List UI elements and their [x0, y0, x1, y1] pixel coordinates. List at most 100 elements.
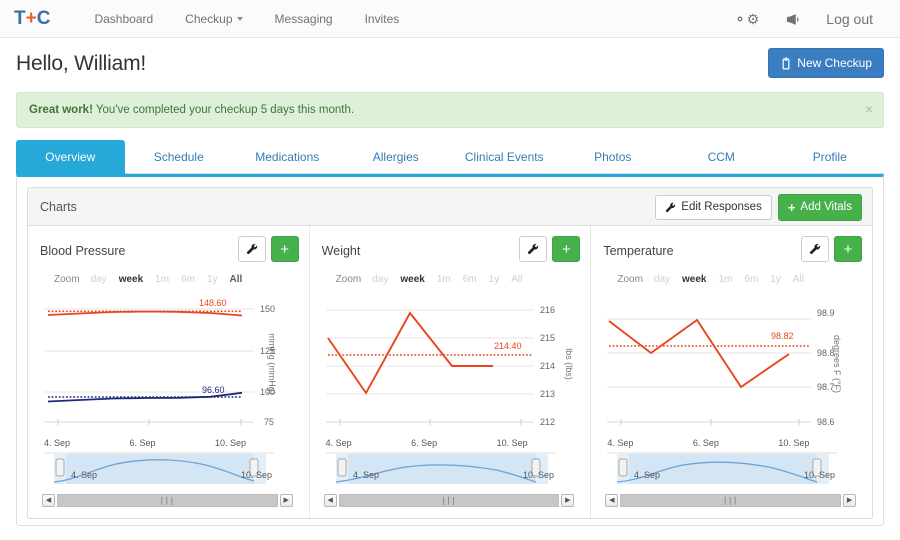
- navigator-right-label: 10. Sep: [523, 470, 554, 480]
- plus-icon: +: [843, 240, 853, 258]
- navigator-left-label: 4. Sep: [353, 470, 379, 480]
- chart-blood-pressure: Blood Pressure + Zoom day week 1m 6m 1y …: [28, 226, 309, 518]
- zoom-option-1m[interactable]: 1m: [432, 272, 456, 287]
- scroll-left-button[interactable]: ◀: [605, 493, 619, 507]
- logo[interactable]: T+C: [14, 8, 50, 30]
- plus-icon: +: [561, 240, 571, 258]
- navigator-blood-pressure[interactable]: 4. Sep 10. Sep ◀ ∣∣∣ ▶: [36, 452, 301, 507]
- add-reading-button-weight[interactable]: +: [552, 236, 581, 262]
- scroll-grip[interactable]: ∣∣∣: [723, 496, 738, 505]
- zoom-option-6m[interactable]: 6m: [458, 272, 482, 287]
- zoom-label: Zoom: [335, 274, 362, 285]
- ytick-98-6: 98.6: [817, 417, 835, 427]
- xtick-4-sep: 4. Sep: [607, 438, 634, 448]
- scroll-right-button[interactable]: ▶: [843, 493, 857, 507]
- xtick-4-sep: 4. Sep: [44, 438, 71, 448]
- tab-allergies[interactable]: Allergies: [342, 140, 451, 174]
- top-navbar: T+C Dashboard Checkup Messaging Invites …: [0, 0, 900, 38]
- zoom-option-6m[interactable]: 6m: [176, 272, 200, 287]
- navigator-right-label: 10. Sep: [804, 470, 835, 480]
- zoom-option-day[interactable]: day: [367, 272, 393, 287]
- zoom-option-week[interactable]: week: [114, 272, 148, 287]
- xaxis-labels-weight: 4. Sep 6. Sep 10. Sep: [318, 436, 528, 448]
- zoom-option-all[interactable]: All: [225, 272, 248, 287]
- zoom-option-1y[interactable]: 1y: [202, 272, 223, 287]
- tab-ccm[interactable]: CCM: [667, 140, 776, 174]
- gear-icon[interactable]: ⚙: [720, 0, 773, 38]
- ytick-213: 213: [540, 389, 555, 399]
- tab-photos[interactable]: Photos: [559, 140, 668, 174]
- close-icon[interactable]: ×: [865, 101, 873, 117]
- add-vitals-button[interactable]: + Add Vitals: [777, 194, 862, 221]
- edit-chart-button-temperature[interactable]: [801, 236, 830, 262]
- scroll-track[interactable]: ∣∣∣: [620, 493, 842, 507]
- plus-icon: +: [280, 240, 290, 258]
- scroll-right-button[interactable]: ▶: [279, 493, 293, 507]
- navigator-svg-weight[interactable]: 4. Sep 10. Sep: [318, 452, 568, 486]
- zoom-selector-blood-pressure: Zoom day week 1m 6m 1y All: [54, 272, 301, 287]
- navigator-svg-blood-pressure[interactable]: 4. Sep 10. Sep: [36, 452, 286, 486]
- xtick-6-sep: 6. Sep: [411, 438, 438, 448]
- zoom-option-day[interactable]: day: [649, 272, 675, 287]
- scroll-right-button[interactable]: ▶: [561, 493, 575, 507]
- scrollbar-temperature[interactable]: ◀ ∣∣∣ ▶: [605, 493, 857, 507]
- tab-overview[interactable]: Overview: [16, 140, 125, 174]
- navigator-temperature[interactable]: 4. Sep 10. Sep ◀ ∣∣∣ ▶: [599, 452, 864, 507]
- scroll-left-button[interactable]: ◀: [42, 493, 55, 507]
- nav-link-invites[interactable]: Invites: [349, 0, 416, 38]
- scroll-left-button[interactable]: ◀: [323, 493, 337, 507]
- plot-blood-pressure: 150 125 100 75 148.60 96.60 mmHg (mmHg): [36, 291, 301, 436]
- zoom-option-1y[interactable]: 1y: [765, 272, 786, 287]
- zoom-option-all[interactable]: All: [788, 272, 809, 287]
- edit-chart-button-blood-pressure[interactable]: [237, 236, 266, 262]
- nav-right-group: ⚙ Log out: [720, 0, 886, 38]
- zoom-option-week[interactable]: week: [677, 272, 711, 287]
- scroll-grip[interactable]: ∣∣∣: [442, 496, 457, 505]
- xtick-10-sep: 10. Sep: [778, 438, 810, 448]
- tab-clinical-events[interactable]: Clinical Events: [450, 140, 559, 174]
- zoom-option-week[interactable]: week: [395, 272, 429, 287]
- scroll-track[interactable]: ∣∣∣: [338, 493, 560, 507]
- new-checkup-button[interactable]: New Checkup: [768, 48, 884, 78]
- nav-link-checkup[interactable]: Checkup: [169, 0, 258, 38]
- value-label-weight: 214.40: [494, 341, 522, 351]
- scrollbar-weight[interactable]: ◀ ∣∣∣ ▶: [323, 493, 575, 507]
- xtick-6-sep: 6. Sep: [692, 438, 719, 448]
- page-title: Hello, William!: [16, 52, 147, 75]
- nav-link-messaging[interactable]: Messaging: [259, 0, 349, 38]
- add-reading-button-temperature[interactable]: +: [834, 236, 863, 262]
- zoom-option-6m[interactable]: 6m: [739, 272, 763, 287]
- scroll-track[interactable]: ∣∣∣: [57, 493, 278, 507]
- nav-link-checkup-label: Checkup: [185, 11, 233, 26]
- navigator-svg-temperature[interactable]: 4. Sep 10. Sep: [599, 452, 849, 486]
- add-reading-button-blood-pressure[interactable]: +: [270, 236, 299, 262]
- tab-medications[interactable]: Medications: [233, 140, 342, 174]
- edit-responses-button[interactable]: Edit Responses: [655, 194, 772, 221]
- megaphone-icon[interactable]: [772, 0, 813, 38]
- ytick-98-9: 98.9: [817, 308, 835, 318]
- chart-temperature: Temperature + Zoom day week 1m 6m 1y All…: [590, 226, 872, 518]
- plot-temperature: 98.9 98.8 98.7 98.6 98.82 degrees F (°F): [599, 291, 864, 436]
- value-label-temperature: 98.82: [771, 331, 794, 341]
- logout-link[interactable]: Log out: [813, 0, 886, 38]
- zoom-option-all[interactable]: All: [506, 272, 527, 287]
- zoom-option-1m[interactable]: 1m: [150, 272, 174, 287]
- chart-header-temperature: Temperature +: [599, 236, 864, 266]
- nav-link-dashboard[interactable]: Dashboard: [78, 0, 169, 38]
- zoom-option-1m[interactable]: 1m: [714, 272, 738, 287]
- xtick-4-sep: 4. Sep: [325, 438, 352, 448]
- ytick-212: 212: [540, 417, 555, 427]
- tab-schedule[interactable]: Schedule: [125, 140, 234, 174]
- tab-profile[interactable]: Profile: [776, 140, 885, 174]
- chart-header-blood-pressure: Blood Pressure +: [36, 236, 301, 266]
- zoom-option-day[interactable]: day: [86, 272, 112, 287]
- scroll-grip[interactable]: ∣∣∣: [160, 496, 175, 505]
- edit-chart-button-weight[interactable]: [519, 236, 548, 262]
- xaxis-labels-temperature: 4. Sep 6. Sep 10. Sep: [599, 436, 809, 448]
- xtick-10-sep: 10. Sep: [496, 438, 528, 448]
- navigator-weight[interactable]: 4. Sep 10. Sep ◀ ∣∣∣ ▶: [318, 452, 583, 507]
- xtick-10-sep: 10. Sep: [214, 438, 246, 448]
- plus-icon: +: [787, 200, 796, 215]
- scrollbar-blood-pressure[interactable]: ◀ ∣∣∣ ▶: [42, 493, 293, 507]
- zoom-option-1y[interactable]: 1y: [484, 272, 505, 287]
